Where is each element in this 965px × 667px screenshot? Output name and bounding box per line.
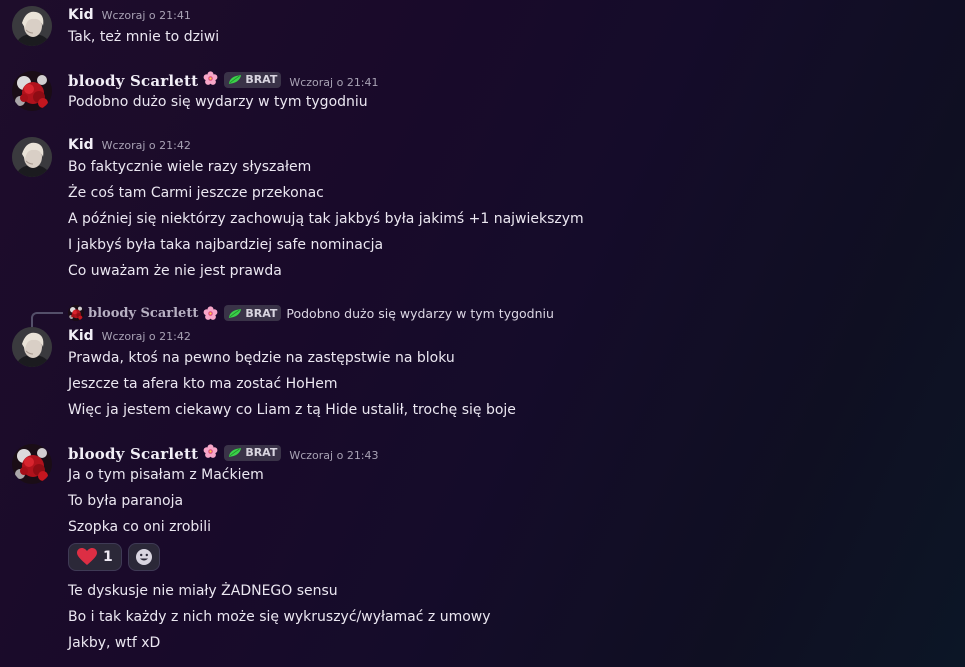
message-text: Ja o tym pisałam z Maćkiem	[68, 467, 264, 483]
message-text: Że coś tam Carmi jeszcze przekonac	[68, 185, 324, 201]
message-text: Te dyskusje nie miały ŻADNEGO sensu	[68, 583, 338, 599]
message-text: A później się niektórzy zachowują tak ja…	[68, 211, 584, 227]
add-reaction-button[interactable]	[127, 543, 160, 571]
message-header: Kid Wczoraj o 21:42	[68, 328, 191, 344]
message-text: Co uważam że nie jest prawda	[68, 263, 282, 279]
server-tag[interactable]: BRAT	[224, 305, 282, 321]
reply-author-name[interactable]: bloody Scarlett	[88, 306, 198, 321]
author-name[interactable]: Kid	[68, 7, 94, 23]
reply-avatar	[68, 305, 84, 321]
avatar[interactable]	[12, 327, 52, 367]
reaction-heart[interactable]: 1	[68, 543, 122, 571]
server-tag-label: BRAT	[245, 446, 278, 459]
server-tag-label: BRAT	[245, 73, 278, 86]
message-text: Podobno dużo się wydarzy w tym tygodniu	[68, 94, 368, 110]
cherry-blossom-icon	[203, 306, 218, 321]
reply-connector	[31, 312, 63, 328]
timestamp[interactable]: Wczoraj o 21:42	[102, 330, 191, 343]
avatar[interactable]	[12, 71, 52, 111]
avatar[interactable]	[12, 444, 52, 484]
reply-text[interactable]: Podobno dużo się wydarzy w tym tygodniu	[286, 306, 554, 321]
reply-reference[interactable]: bloody Scarlett BRAT Podobno dużo się wy…	[68, 305, 554, 321]
timestamp[interactable]: Wczoraj o 21:42	[102, 139, 191, 152]
heart-icon	[77, 548, 97, 565]
leaf-icon	[228, 447, 242, 458]
message-text: Szopka co oni zrobili	[68, 519, 211, 535]
server-tag[interactable]: BRAT	[224, 71, 282, 88]
message-text: Jeszcze ta afera kto ma zostać HoHem	[68, 376, 338, 392]
timestamp[interactable]: Wczoraj o 21:43	[289, 449, 378, 462]
message-text: Prawda, ktoś na pewno będzie na zastępst…	[68, 350, 455, 366]
reaction-count: 1	[103, 549, 113, 565]
message-text: I jakbyś była taka najbardziej safe nomi…	[68, 237, 384, 253]
message-header: bloody Scarlett BRAT Wczoraj o 21:43	[68, 444, 379, 463]
message-text: Więc ja jestem ciekawy co Liam z tą Hide…	[68, 402, 516, 418]
server-tag-label: BRAT	[245, 306, 278, 320]
message-text: To była paranoja	[68, 493, 184, 509]
avatar[interactable]	[12, 6, 52, 46]
author-name[interactable]: Kid	[68, 137, 94, 153]
message-header: bloody Scarlett BRAT Wczoraj o 21:41	[68, 71, 379, 90]
cherry-blossom-icon	[203, 71, 218, 86]
reactions-bar: 1	[68, 543, 160, 571]
message-text: Tak, też mnie to dziwi	[68, 29, 220, 45]
author-name[interactable]: bloody Scarlett	[68, 72, 198, 90]
message-header: Kid Wczoraj o 21:42	[68, 137, 191, 153]
avatar[interactable]	[12, 137, 52, 177]
server-tag[interactable]: BRAT	[224, 444, 282, 461]
author-name[interactable]: Kid	[68, 328, 94, 344]
leaf-icon	[228, 74, 242, 85]
leaf-icon	[228, 308, 242, 319]
message-header: Kid Wczoraj o 21:41	[68, 7, 191, 23]
author-name[interactable]: bloody Scarlett	[68, 445, 198, 463]
cherry-blossom-icon	[203, 444, 218, 459]
smiley-add-reaction-icon	[135, 549, 152, 565]
message-text: Jakby, wtf xD	[68, 635, 161, 651]
timestamp[interactable]: Wczoraj o 21:41	[102, 9, 191, 22]
message-text: Bo faktycznie wiele razy słyszałem	[68, 159, 312, 175]
timestamp[interactable]: Wczoraj o 21:41	[289, 76, 378, 89]
message-text: Bo i tak każdy z nich może się wykruszyć…	[68, 609, 491, 625]
